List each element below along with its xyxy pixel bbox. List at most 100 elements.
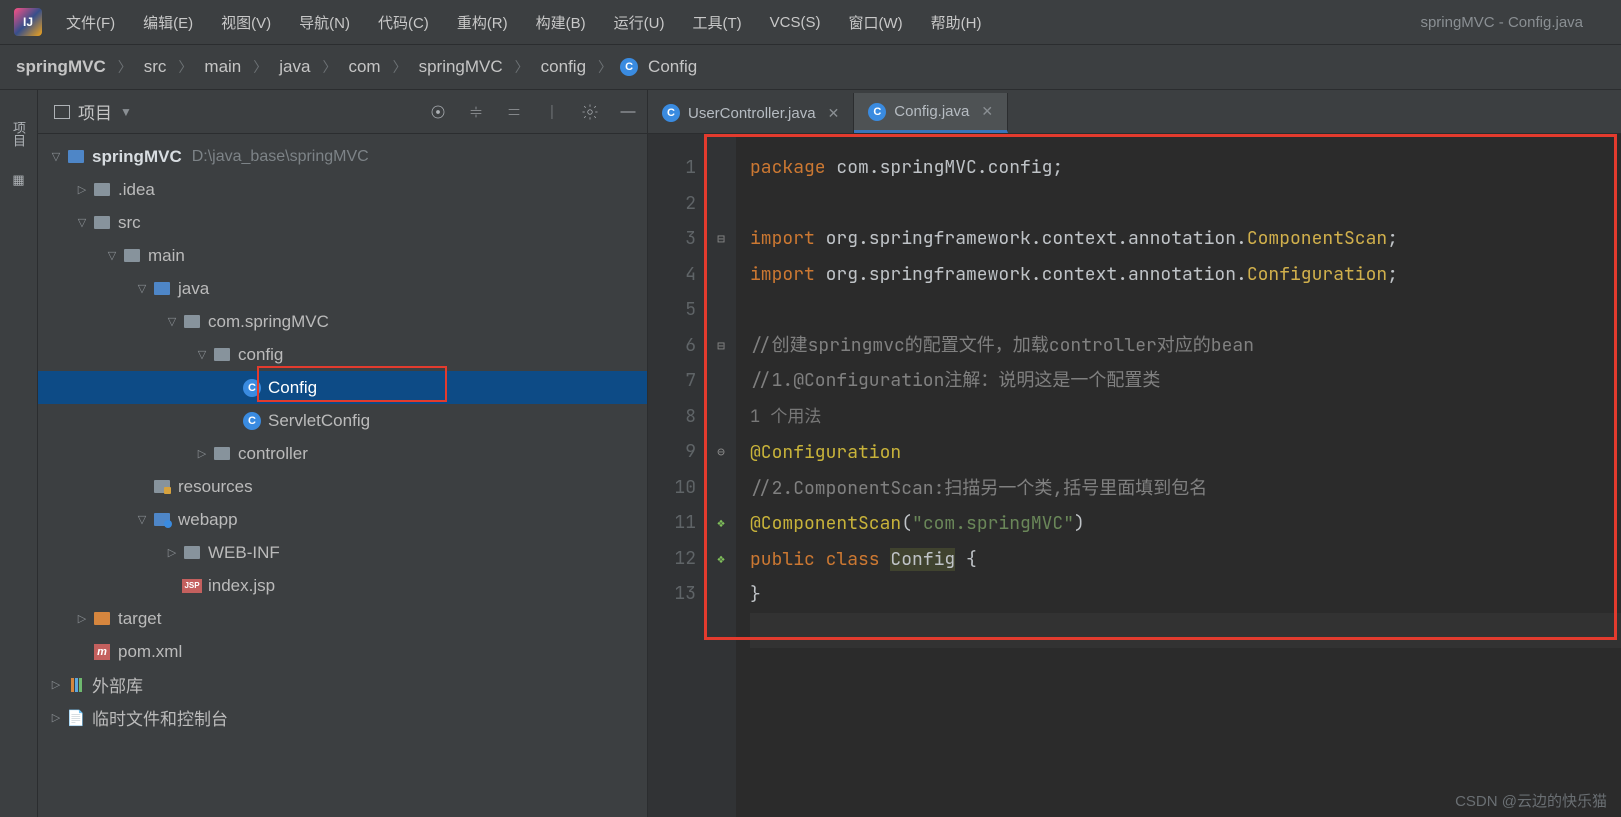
tree-external-libs[interactable]: ▷ 外部库 [38, 668, 647, 701]
tree-webapp[interactable]: ▽ webapp [38, 503, 647, 536]
breadcrumb: springMVC 〉 src 〉 main 〉 java 〉 com 〉 sp… [0, 45, 1621, 90]
menu-help[interactable]: 帮助(H) [917, 12, 996, 33]
close-icon[interactable]: ✕ [828, 105, 840, 122]
spring-bean-icon[interactable]: ❖ [706, 541, 736, 577]
tree-label: WEB-INF [208, 543, 280, 563]
tree-config-class[interactable]: C Config [38, 371, 647, 404]
tree-root-path: D:\java_base\springMVC [192, 148, 369, 166]
crumb-config-pkg[interactable]: config [537, 57, 590, 77]
menu-run[interactable]: 运行(U) [600, 12, 679, 33]
menu-file[interactable]: 文件(F) [52, 12, 129, 33]
crumb-src[interactable]: src [140, 57, 171, 77]
code-content[interactable]: package com.springMVC.config; import org… [736, 134, 1621, 817]
chevron-down-icon[interactable]: ▽ [192, 348, 212, 361]
target-folder-icon [94, 612, 110, 625]
crumb-java[interactable]: java [275, 57, 314, 77]
editor-tabs: C UserController.java ✕ C Config.java ✕ [648, 90, 1621, 134]
scratch-icon: 📄 [66, 709, 86, 727]
crumb-main[interactable]: main [200, 57, 245, 77]
menu-window[interactable]: 窗口(W) [834, 12, 916, 33]
editor-zone: C UserController.java ✕ C Config.java ✕ … [648, 90, 1621, 817]
maven-file-icon: m [94, 644, 110, 660]
tool-window-stripe: 项目 ▦ [0, 90, 38, 817]
menu-refactor[interactable]: 重构(R) [443, 12, 522, 33]
tree-scratches[interactable]: ▷ 📄 临时文件和控制台 [38, 701, 647, 734]
tree-servletconfig-class[interactable]: C ServletConfig [38, 404, 647, 437]
locate-icon[interactable] [427, 101, 449, 123]
crumb-project[interactable]: springMVC [12, 57, 110, 77]
tree-resources[interactable]: resources [38, 470, 647, 503]
tree-package[interactable]: ▽ com.springMVC [38, 305, 647, 338]
chevron-down-icon[interactable]: ▽ [102, 249, 122, 262]
tree-webinf[interactable]: ▷ WEB-INF [38, 536, 647, 569]
menu-build[interactable]: 构建(B) [522, 12, 600, 33]
tree-config-pkg[interactable]: ▽ config [38, 338, 647, 371]
dropdown-icon[interactable]: ▼ [120, 105, 132, 119]
tree-label: main [148, 246, 185, 266]
tree-main[interactable]: ▽ main [38, 239, 647, 272]
source-folder-icon [154, 282, 170, 295]
tree-label: controller [238, 444, 308, 464]
menu-tools[interactable]: 工具(T) [678, 12, 755, 33]
crumb-sep: 〉 [314, 57, 344, 77]
editor-tab-usercontroller[interactable]: C UserController.java ✕ [648, 93, 854, 133]
menu-code[interactable]: 代码(C) [364, 12, 443, 33]
chevron-down-icon[interactable]: ▽ [132, 513, 152, 526]
chevron-right-icon[interactable]: ▷ [72, 612, 92, 625]
expand-all-icon[interactable] [465, 101, 487, 123]
close-icon[interactable]: ✕ [981, 103, 993, 120]
chevron-down-icon[interactable]: ▽ [132, 282, 152, 295]
sidebar-title[interactable]: 项目 [78, 99, 112, 124]
structure-tool-button[interactable]: ▦ [7, 168, 31, 192]
tree-controller-pkg[interactable]: ▷ controller [38, 437, 647, 470]
crumb-com[interactable]: com [344, 57, 384, 77]
editor-tab-config[interactable]: C Config.java ✕ [854, 93, 1008, 133]
crumb-springmvc[interactable]: springMVC [415, 57, 507, 77]
menu-navigate[interactable]: 导航(N) [285, 12, 364, 33]
chevron-right-icon[interactable]: ▷ [162, 546, 182, 559]
code-editor[interactable]: 12345678910111213 ⊟ ⊟ ⊖ ❖❖ package com.s… [648, 134, 1621, 817]
class-icon: C [868, 103, 886, 121]
tree-java[interactable]: ▽ java [38, 272, 647, 305]
collapse-all-icon[interactable] [503, 101, 525, 123]
sidebar-header: 项目 ▼ | — [38, 90, 647, 134]
tree-idea[interactable]: ▷ .idea [38, 173, 647, 206]
tree-pom[interactable]: m pom.xml [38, 635, 647, 668]
chevron-right-icon[interactable]: ▷ [46, 678, 66, 691]
menu-edit[interactable]: 编辑(E) [129, 12, 207, 33]
web-folder-icon [154, 513, 170, 526]
class-icon: C [620, 58, 638, 76]
tree-target[interactable]: ▷ target [38, 602, 647, 635]
tree-indexjsp[interactable]: JSP index.jsp [38, 569, 647, 602]
chevron-right-icon[interactable]: ▷ [192, 447, 212, 460]
chevron-down-icon[interactable]: ▽ [46, 150, 66, 163]
chevron-right-icon[interactable]: ▷ [46, 711, 66, 724]
tree-label: src [118, 213, 141, 233]
gutter-icon-strip: ⊟ ⊟ ⊖ ❖❖ [706, 134, 736, 817]
menu-vcs[interactable]: VCS(S) [756, 14, 835, 31]
usages-hint[interactable]: 1 个用法 [750, 406, 821, 428]
crumb-sep: 〉 [590, 57, 620, 77]
menu-view[interactable]: 视图(V) [207, 12, 285, 33]
chevron-right-icon[interactable]: ▷ [72, 183, 92, 196]
crumb-sep: 〉 [170, 57, 200, 77]
spring-bean-icon[interactable]: ❖ [706, 505, 736, 541]
folder-icon [124, 249, 140, 262]
package-icon [214, 447, 230, 460]
chevron-down-icon[interactable]: ▽ [162, 315, 182, 328]
divider: | [541, 101, 563, 123]
tree-src[interactable]: ▽ src [38, 206, 647, 239]
project-tool-button[interactable]: 项目 [7, 104, 31, 164]
app-logo-icon: IJ [14, 8, 42, 36]
tree-label: .idea [118, 180, 155, 200]
hide-icon[interactable]: — [617, 101, 639, 123]
chevron-down-icon[interactable]: ▽ [72, 216, 92, 229]
crumb-config-class[interactable]: Config [644, 57, 701, 77]
settings-icon[interactable] [579, 101, 601, 123]
project-tree[interactable]: ▽ springMVC D:\java_base\springMVC ▷ .id… [38, 134, 647, 817]
tree-root[interactable]: ▽ springMVC D:\java_base\springMVC [38, 140, 647, 173]
folder-icon [184, 546, 200, 559]
crumb-sep: 〉 [507, 57, 537, 77]
project-sidebar: 项目 ▼ | — ▽ springMVC D:\java_base\spring… [38, 90, 648, 817]
watermark: CSDN @云边的快乐猫 [1455, 790, 1607, 811]
